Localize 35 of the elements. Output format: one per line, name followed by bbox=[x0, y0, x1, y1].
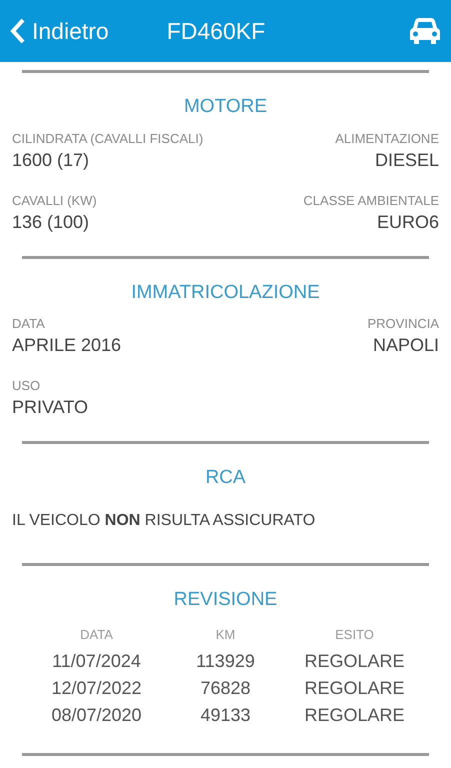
table-cell-text: REGOLARE bbox=[303, 650, 406, 673]
field-value: NAPOLI bbox=[372, 334, 439, 357]
field-value: 136 (100) bbox=[12, 210, 90, 234]
table-cell-text: 76828 bbox=[199, 677, 252, 700]
section-title: MOTORE bbox=[182, 95, 268, 119]
section-title: REVISIONE bbox=[172, 588, 278, 612]
column-header: ESITO bbox=[334, 626, 375, 644]
table-cell-text: 12/07/2022 bbox=[50, 677, 143, 700]
field-value: DIESEL bbox=[374, 148, 439, 172]
field-label: CAVALLI (KW) bbox=[12, 192, 97, 210]
field-value: APRILE 2016 bbox=[12, 334, 122, 357]
field-label: ALIMENTAZIONE bbox=[335, 130, 439, 148]
field-label: USO bbox=[12, 377, 40, 395]
field-value: PRIVATO bbox=[12, 396, 88, 419]
column-header: KM bbox=[214, 626, 236, 644]
section-title: RCA bbox=[204, 466, 247, 490]
table-cell-text: 11/07/2024 bbox=[51, 650, 142, 673]
column-header: DATA bbox=[79, 626, 114, 644]
page-title: FD460KF bbox=[166, 16, 266, 46]
table-cell-text: 08/07/2020 bbox=[50, 704, 143, 727]
field-label: CILINDRATA (CAVALLI FISCALI) bbox=[12, 130, 204, 148]
table-cell-text: REGOLARE bbox=[303, 677, 406, 700]
car-icon[interactable] bbox=[409, 17, 441, 45]
field-value: 1600 (17) bbox=[12, 148, 90, 172]
field-label: DATA bbox=[12, 315, 45, 333]
table-cell-text: 49133 bbox=[199, 704, 252, 727]
section-title: IMMATRICOLAZIONE bbox=[130, 280, 321, 304]
chevron-left-icon bbox=[10, 18, 26, 44]
field-label: PROVINCIA bbox=[367, 315, 439, 333]
field-value: EURO6 bbox=[376, 210, 439, 234]
table-cell-text: 113929 bbox=[195, 650, 256, 673]
table-cell-text: REGOLARE bbox=[303, 704, 406, 727]
back-button[interactable]: Indietro bbox=[10, 14, 109, 48]
insurance-status: IL VEICOLO NON RISULTA ASSICURATO bbox=[12, 510, 316, 530]
field-label: CLASSE AMBIENTALE bbox=[303, 192, 439, 210]
